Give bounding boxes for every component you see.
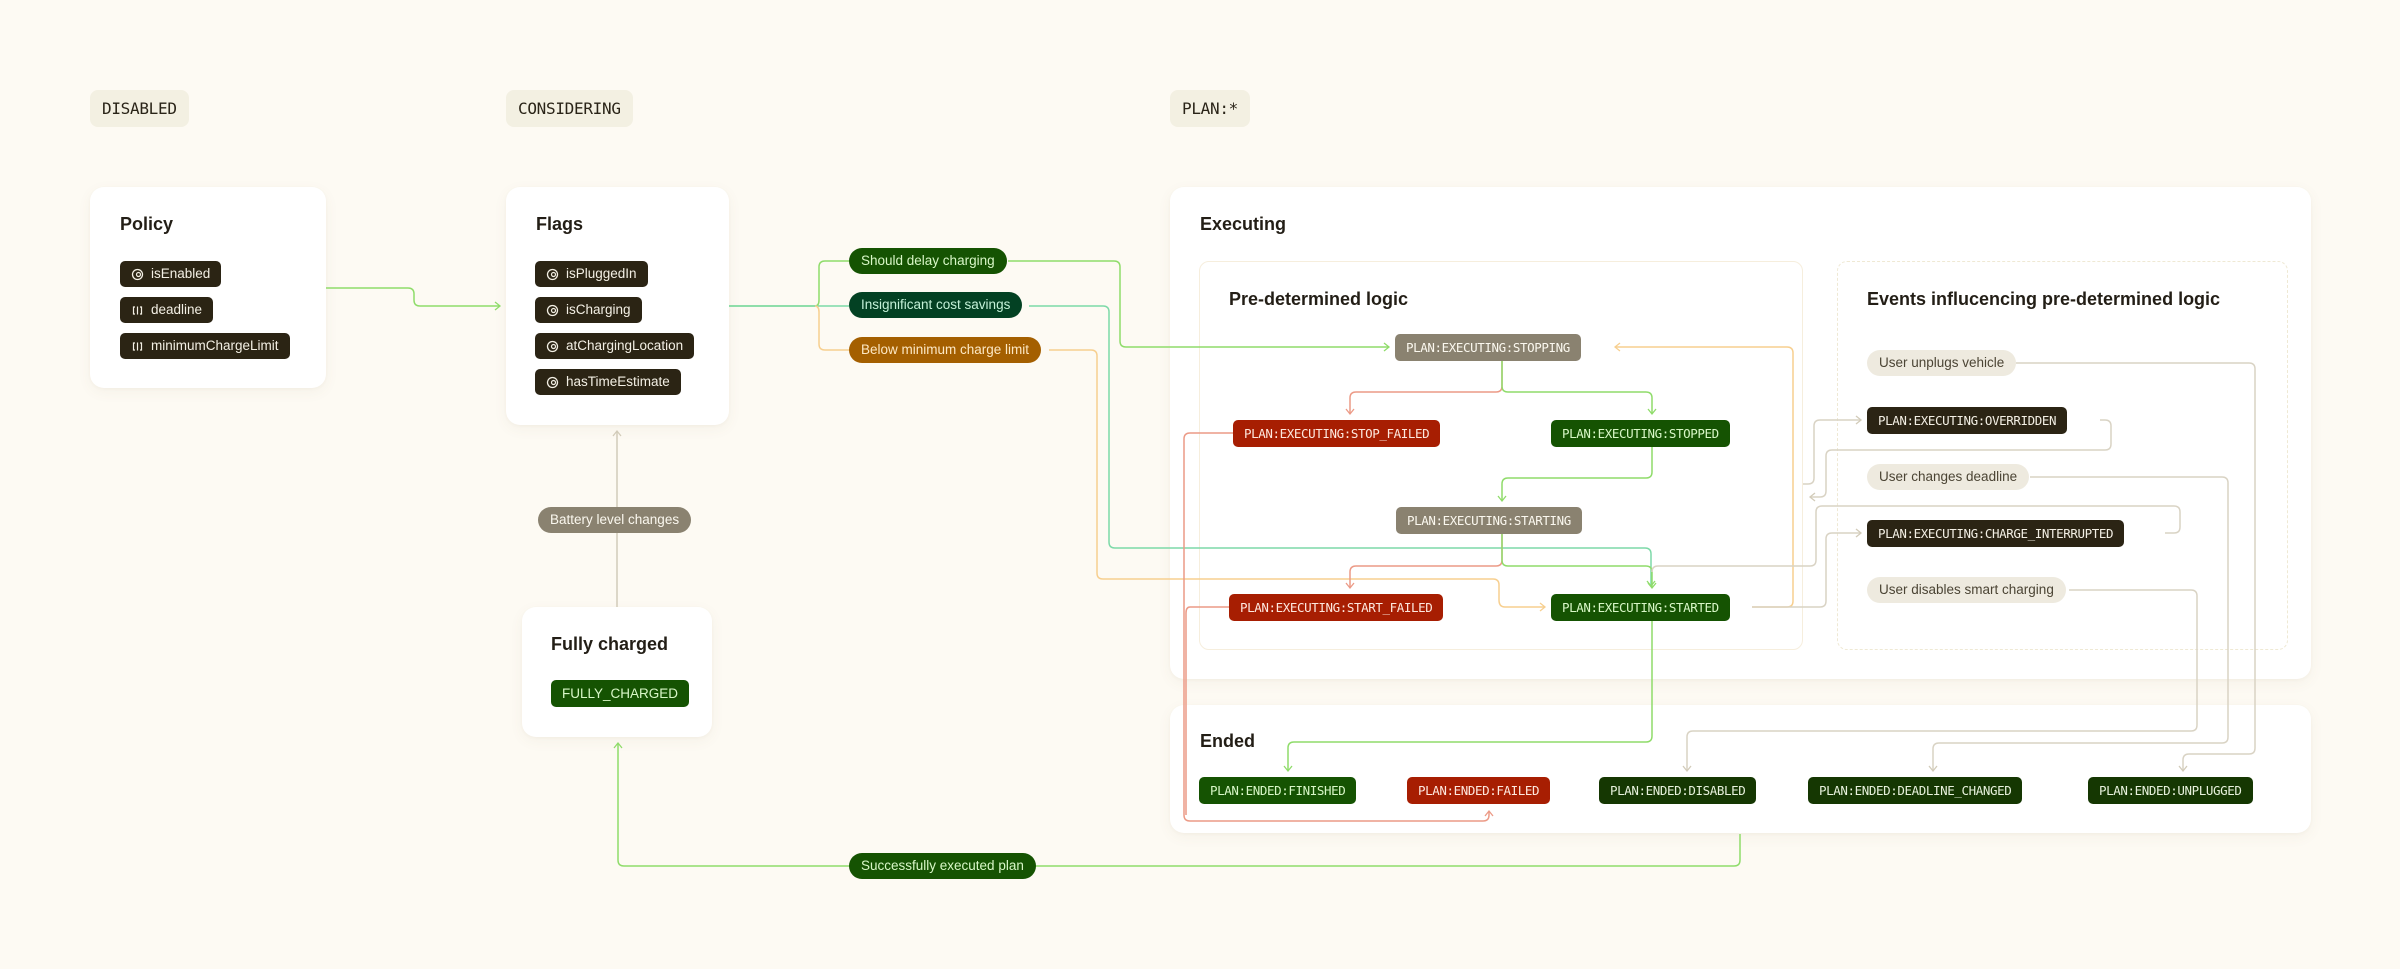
input-field-icon	[131, 340, 144, 353]
event-user-changes-deadline[interactable]: User changes deadline	[1867, 464, 2030, 490]
predetermined-logic-panel: Pre-determined logic	[1199, 261, 1803, 650]
flag-item-label: isPluggedIn	[566, 266, 637, 281]
section-tag-considering: CONSIDERING	[506, 90, 633, 127]
state-executing-stop-failed[interactable]: PLAN:EXECUTING:STOP_FAILED	[1233, 420, 1441, 447]
ended-card: Ended	[1170, 705, 2311, 833]
policy-item-minimumchargelimit[interactable]: minimumChargeLimit	[120, 333, 290, 359]
flag-item-ispluggedin[interactable]: isPluggedIn	[535, 261, 648, 287]
policy-item-label: isEnabled	[151, 266, 211, 281]
section-tag-disabled: DISABLED	[90, 90, 189, 127]
transition-below-minimum-charge-limit[interactable]: Below minimum charge limit	[849, 337, 1042, 363]
section-tag-plan: PLAN:*	[1170, 90, 1250, 127]
ended-title: Ended	[1200, 731, 1256, 751]
wire-flags-to-belowmin	[814, 305, 849, 351]
toggle-icon	[546, 304, 559, 317]
state-fully-charged[interactable]: FULLY_CHARGED	[551, 680, 690, 707]
policy-item-label: deadline	[151, 302, 203, 317]
transition-successfully-executed-plan[interactable]: Successfully executed plan	[849, 853, 1036, 879]
toggle-icon	[131, 268, 144, 281]
state-ended-disabled[interactable]: PLAN:ENDED:DISABLED	[1599, 777, 1757, 804]
event-user-disables-smart-charging[interactable]: User disables smart charging	[1867, 577, 2066, 603]
state-executing-starting[interactable]: PLAN:EXECUTING:STARTING	[1396, 507, 1582, 534]
flag-item-label: isCharging	[566, 302, 631, 317]
flags-title: Flags	[536, 214, 584, 234]
fully-charged-title: Fully charged	[551, 634, 669, 654]
fully-charged-card: Fully charged	[522, 607, 712, 737]
state-diagram: DISABLED CONSIDERING PLAN:* Policy isEna…	[0, 0, 2400, 969]
transition-should-delay-charging[interactable]: Should delay charging	[849, 248, 1007, 274]
policy-item-label: minimumChargeLimit	[151, 338, 279, 353]
state-executing-stopped[interactable]: PLAN:EXECUTING:STOPPED	[1551, 420, 1730, 447]
state-executing-stopping[interactable]: PLAN:EXECUTING:STOPPING	[1395, 334, 1581, 361]
state-ended-failed[interactable]: PLAN:ENDED:FAILED	[1407, 777, 1551, 804]
transition-battery-level-changes[interactable]: Battery level changes	[538, 507, 692, 533]
flag-item-ischarging[interactable]: isCharging	[535, 297, 642, 323]
state-executing-overridden[interactable]: PLAN:EXECUTING:OVERRIDDEN	[1867, 407, 2068, 434]
toggle-icon	[546, 340, 559, 353]
flag-item-hastimeestimate[interactable]: hasTimeEstimate	[535, 369, 681, 395]
predetermined-logic-title: Pre-determined logic	[1229, 289, 1409, 309]
state-ended-finished[interactable]: PLAN:ENDED:FINISHED	[1199, 777, 1357, 804]
state-executing-started[interactable]: PLAN:EXECUTING:STARTED	[1551, 594, 1730, 621]
flag-item-label: hasTimeEstimate	[566, 374, 670, 389]
wire-policy-to-flags	[326, 287, 502, 311]
state-ended-unplugged[interactable]: PLAN:ENDED:UNPLUGGED	[2088, 777, 2253, 804]
executing-title: Executing	[1200, 214, 1287, 234]
toggle-icon	[546, 268, 559, 281]
events-title: Events influcencing pre-determined logic	[1867, 289, 2221, 309]
state-executing-charge-interrupted[interactable]: PLAN:EXECUTING:CHARGE_INTERRUPTED	[1867, 520, 2125, 547]
toggle-icon	[546, 376, 559, 389]
state-executing-start-failed[interactable]: PLAN:EXECUTING:START_FAILED	[1229, 594, 1444, 621]
policy-item-deadline[interactable]: deadline	[120, 297, 214, 323]
policy-title: Policy	[120, 214, 174, 234]
event-user-unplugs-vehicle[interactable]: User unplugs vehicle	[1867, 350, 2017, 376]
transition-insignificant-cost-savings[interactable]: Insignificant cost savings	[849, 292, 1023, 318]
flag-item-label: atChargingLocation	[566, 338, 684, 353]
wire-flags-to-delay	[729, 260, 849, 307]
state-ended-deadline-changed[interactable]: PLAN:ENDED:DEADLINE_CHANGED	[1808, 777, 2023, 804]
policy-item-isenabled[interactable]: isEnabled	[120, 261, 222, 287]
input-field-icon	[131, 304, 144, 317]
flag-item-atcharginglocation[interactable]: atChargingLocation	[535, 333, 695, 359]
